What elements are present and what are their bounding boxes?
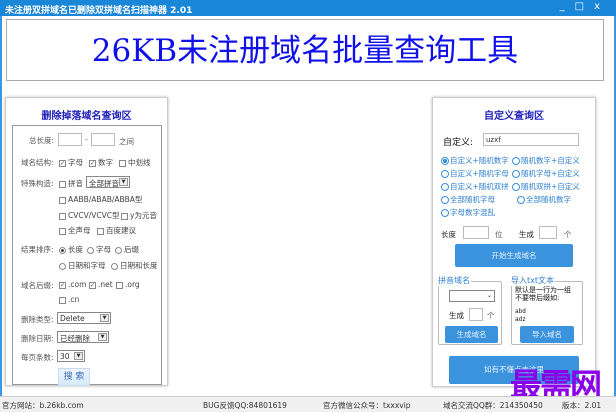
panel-title: 自定义查询区: [484, 111, 544, 122]
radio-sort-letter[interactable]: 字母: [87, 244, 111, 255]
checkbox-net[interactable]: ✓ .net: [89, 280, 113, 289]
checkbox-baidu[interactable]: 百度建议: [97, 225, 136, 236]
radio-mode-4[interactable]: 自定义+随机双拼: [441, 181, 509, 192]
status-qq-group: 域名交流QQ群：214350450: [443, 401, 543, 410]
per-page-select[interactable]: 30 ▼: [57, 350, 85, 362]
import-domain-button[interactable]: 导入域名: [520, 326, 574, 343]
radio-mode-6[interactable]: 全部随机字母: [441, 194, 495, 205]
generate-pinyin-button[interactable]: 生成域名: [445, 326, 498, 343]
import-sample: abd adz: [515, 308, 526, 323]
length-min-input[interactable]: [58, 133, 82, 146]
pinyin-select[interactable]: 全部拼音 ▼: [86, 176, 130, 188]
gen-unit: 个: [487, 311, 495, 320]
group-legend: 拼音域名: [437, 275, 471, 286]
radio-mode-0[interactable]: 自定义+随机数字: [441, 155, 509, 166]
suffix-label: 域名后缀:: [21, 281, 54, 290]
delete-type-select[interactable]: Delete ▼: [57, 312, 111, 324]
checkbox-org[interactable]: .org: [116, 280, 140, 289]
sort-label: 结果排序:: [21, 245, 54, 254]
deleted-domain-panel: 删除掉落域名查询区 总长度: - 之间 域名结构: ✓ 字母 ✓ 数字 中划线 特殊…: [5, 97, 168, 386]
radio-mode-8[interactable]: 字母数字混乱: [441, 207, 495, 218]
status-bar: 官方网站：b.26kb.com BUG反馈QQ:84801619 官方微信公众号…: [0, 396, 616, 412]
radio-mode-2[interactable]: 自定义+随机字母: [441, 168, 509, 179]
radio-sort-suffix[interactable]: 后缀: [115, 244, 139, 255]
query-form: 总长度: - 之间 域名结构: ✓ 字母 ✓ 数字 中划线 特殊构造: 拼音 全部拼…: [12, 125, 162, 386]
radio-mode-1[interactable]: 随机数字+自定义: [512, 155, 580, 166]
radio-sort-length[interactable]: 长度: [59, 244, 83, 255]
banner: 26KB未注册域名批量查询工具: [6, 19, 604, 81]
window-controls: _□x: [560, 1, 610, 12]
pinyin-type-select[interactable]: ⌄: [449, 290, 495, 302]
delete-date-select[interactable]: 已经删除 ▼: [57, 331, 109, 343]
custom-input[interactable]: uzxf: [483, 133, 579, 146]
radio-mode-7[interactable]: 全部随机数字: [517, 194, 571, 205]
length-unit: 位: [495, 230, 503, 239]
gen-count-input[interactable]: [539, 226, 557, 239]
checkbox-hyphen[interactable]: 中划线: [119, 157, 151, 168]
status-bug-qq: BUG反馈QQ:84801619: [203, 401, 287, 410]
delete-type-label: 删除类型:: [21, 315, 54, 324]
maximize-icon[interactable]: □: [575, 1, 594, 12]
radio-sort-date-length[interactable]: 日期和长度: [111, 260, 158, 271]
checkbox-cn[interactable]: .cn: [59, 295, 79, 304]
close-icon[interactable]: x: [594, 1, 610, 12]
checkbox-letters[interactable]: ✓ 字母: [59, 157, 83, 168]
checkbox-y-vowel[interactable]: y为元音: [121, 210, 157, 221]
checkbox-cvcv[interactable]: CVCV/VCVC型: [59, 210, 120, 221]
custom-query-panel: 自定义查询区 自定义: uzxf 自定义+随机数字 随机数字+自定义 自定义+随…: [432, 97, 596, 387]
status-wechat: 官方微信公众号：txxxvip: [323, 401, 411, 410]
chevron-down-icon: ▼: [100, 314, 109, 322]
minimize-icon[interactable]: _: [560, 1, 575, 12]
gen-unit: 个: [564, 230, 572, 239]
special-label: 特殊构造:: [21, 179, 54, 188]
radio-mode-5[interactable]: 随机双拼+自定义: [512, 181, 580, 192]
length-max-input[interactable]: [91, 133, 115, 146]
title-bar: 未注册双拼域名已删除双拼域名扫描神器 2.01: [0, 0, 616, 16]
length-input[interactable]: [463, 226, 489, 239]
checkbox-digits[interactable]: ✓ 数字: [89, 157, 113, 168]
status-website: 官方网站：b.26kb.com: [2, 401, 84, 410]
pinyin-domain-group: 拼音域名 ⌄ 生成 个 生成域名: [437, 275, 502, 345]
checkbox-aabb[interactable]: AABB/ABAB/ABBA型: [59, 194, 142, 205]
length-sep: -: [85, 135, 88, 144]
length-suffix: 之间: [119, 137, 134, 146]
delete-date-label: 删除日期:: [21, 334, 54, 343]
status-version: 版本：2.01: [562, 401, 602, 410]
checkbox-pinyin[interactable]: 拼音: [59, 178, 83, 189]
length-label: 长度: [441, 230, 456, 239]
gen-label: 生成: [449, 311, 464, 320]
checkbox-all-initials[interactable]: 全声母: [59, 225, 91, 236]
chevron-down-icon: ⌄: [486, 292, 492, 299]
checkbox-com[interactable]: ✓ .com: [59, 280, 86, 289]
chevron-down-icon: ▼: [74, 352, 83, 360]
gen-label: 生成: [519, 230, 534, 239]
chevron-down-icon: ▼: [98, 333, 107, 341]
length-label: 总长度:: [29, 136, 55, 145]
panel-title: 删除掉落域名查询区: [41, 111, 132, 122]
pinyin-count-input[interactable]: [469, 308, 483, 321]
import-hint: 默认是一行为一组 不要带后缀如:: [515, 286, 571, 302]
radio-mode-3[interactable]: 随机字母+自定义: [512, 168, 580, 179]
structure-label: 域名结构:: [21, 158, 54, 167]
chevron-down-icon: ▼: [119, 178, 128, 186]
start-generate-button[interactable]: 开始生成域名: [455, 244, 573, 267]
window-title: 未注册双拼域名已删除双拼域名扫描神器 2.01: [5, 6, 193, 16]
custom-label: 自定义:: [443, 138, 474, 148]
radio-sort-date-letter[interactable]: 日期和字母: [59, 260, 106, 271]
search-button[interactable]: 搜 索: [58, 368, 90, 386]
group-legend: 导入txt文本: [510, 275, 556, 286]
per-page-label: 每页条数:: [21, 353, 54, 362]
import-txt-group: 导入txt文本 默认是一行为一组 不要带后缀如: abd adz 导入域名: [510, 275, 583, 345]
